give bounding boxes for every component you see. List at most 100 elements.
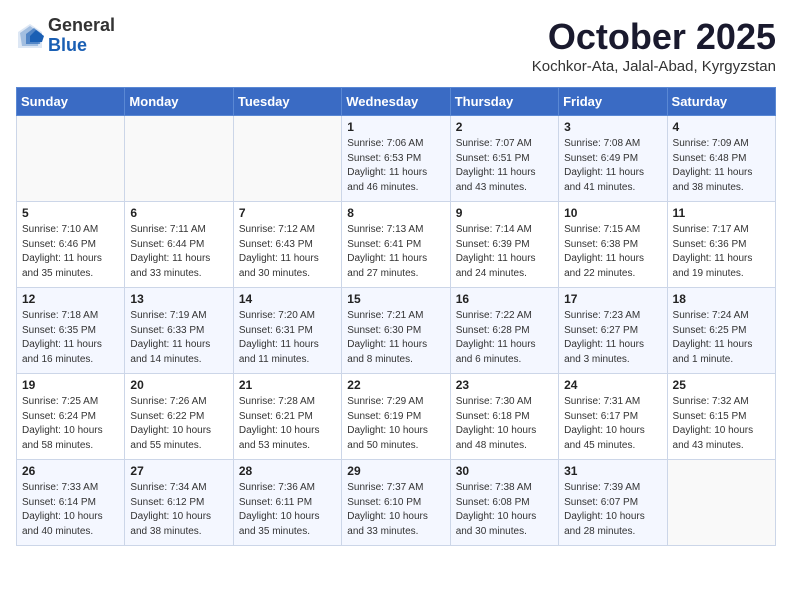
logo-text: General Blue [48,16,115,56]
calendar-cell: 15 Sunrise: 7:21 AM Sunset: 6:30 PM Dayli… [342,288,450,374]
day-number: 1 [347,120,444,134]
day-info: Sunrise: 7:29 AM Sunset: 6:19 PM Dayligh… [347,395,444,453]
day-info: Sunrise: 7:20 AM Sunset: 6:31 PM Dayligh… [239,309,336,367]
day-info: Sunrise: 7:39 AM Sunset: 6:07 PM Dayligh… [564,481,661,539]
day-info: Sunrise: 7:33 AM Sunset: 6:14 PM Dayligh… [22,481,119,539]
calendar-week-row: 1 Sunrise: 7:06 AM Sunset: 6:53 PM Daylig… [17,116,776,202]
calendar-week-row: 5Sunrise: 7:10 AM Sunset: 6:46 PM Daylig… [17,202,776,288]
weekday-header: Tuesday [233,88,341,116]
day-number: 5 [22,206,119,220]
calendar-cell [125,116,233,202]
day-number: 23 [456,378,553,392]
calendar-cell: 27 Sunrise: 7:34 AM Sunset: 6:12 PM Dayli… [125,460,233,546]
calendar-cell: 10 Sunrise: 7:15 AM Sunset: 6:38 PM Dayli… [559,202,667,288]
day-info: Sunrise: 7:19 AM Sunset: 6:33 PM Dayligh… [130,309,227,367]
calendar-cell: 18Sunrise: 7:24 AM Sunset: 6:25 PM Dayli… [667,288,775,374]
calendar-cell: 11 Sunrise: 7:17 AM Sunset: 6:36 PM Dayli… [667,202,775,288]
day-info: Sunrise: 7:14 AM Sunset: 6:39 PM Dayligh… [456,223,553,281]
day-info: Sunrise: 7:28 AM Sunset: 6:21 PM Dayligh… [239,395,336,453]
day-number: 15 [347,292,444,306]
calendar-cell: 2 Sunrise: 7:07 AM Sunset: 6:51 PM Daylig… [450,116,558,202]
day-number: 4 [673,120,770,134]
calendar-cell: 29Sunrise: 7:37 AM Sunset: 6:10 PM Dayli… [342,460,450,546]
day-number: 20 [130,378,227,392]
calendar-cell: 26Sunrise: 7:33 AM Sunset: 6:14 PM Dayli… [17,460,125,546]
page-header: General Blue October 2025 Kochkor-Ata, J… [16,16,776,75]
day-number: 11 [673,206,770,220]
title-block: October 2025 Kochkor-Ata, Jalal-Abad, Ky… [532,16,776,75]
day-info: Sunrise: 7:11 AM Sunset: 6:44 PM Dayligh… [130,223,227,281]
day-info: Sunrise: 7:15 AM Sunset: 6:38 PM Dayligh… [564,223,661,281]
day-info: Sunrise: 7:37 AM Sunset: 6:10 PM Dayligh… [347,481,444,539]
day-info: Sunrise: 7:21 AM Sunset: 6:30 PM Dayligh… [347,309,444,367]
calendar-cell: 19 Sunrise: 7:25 AM Sunset: 6:24 PM Dayli… [17,374,125,460]
day-number: 10 [564,206,661,220]
calendar-cell [233,116,341,202]
calendar-cell: 24 Sunrise: 7:31 AM Sunset: 6:17 PM Dayli… [559,374,667,460]
logo: General Blue [16,16,115,56]
month-title: October 2025 [532,16,776,58]
day-number: 30 [456,464,553,478]
day-info: Sunrise: 7:12 AM Sunset: 6:43 PM Dayligh… [239,223,336,281]
day-number: 21 [239,378,336,392]
day-number: 25 [673,378,770,392]
calendar-cell: 14 Sunrise: 7:20 AM Sunset: 6:31 PM Dayli… [233,288,341,374]
day-number: 27 [130,464,227,478]
day-number: 19 [22,378,119,392]
day-number: 3 [564,120,661,134]
calendar-cell: 17 Sunrise: 7:23 AM Sunset: 6:27 PM Dayli… [559,288,667,374]
calendar-cell: 6 Sunrise: 7:11 AM Sunset: 6:44 PM Daylig… [125,202,233,288]
day-number: 17 [564,292,661,306]
day-number: 22 [347,378,444,392]
weekday-header-row: SundayMondayTuesdayWednesdayThursdayFrid… [17,88,776,116]
day-info: Sunrise: 7:23 AM Sunset: 6:27 PM Dayligh… [564,309,661,367]
calendar-cell: 4 Sunrise: 7:09 AM Sunset: 6:48 PM Daylig… [667,116,775,202]
day-info: Sunrise: 7:13 AM Sunset: 6:41 PM Dayligh… [347,223,444,281]
calendar-cell: 9 Sunrise: 7:14 AM Sunset: 6:39 PM Daylig… [450,202,558,288]
calendar-cell: 1 Sunrise: 7:06 AM Sunset: 6:53 PM Daylig… [342,116,450,202]
day-number: 13 [130,292,227,306]
day-info: Sunrise: 7:30 AM Sunset: 6:18 PM Dayligh… [456,395,553,453]
calendar-cell: 31Sunrise: 7:39 AM Sunset: 6:07 PM Dayli… [559,460,667,546]
day-number: 9 [456,206,553,220]
day-info: Sunrise: 7:36 AM Sunset: 6:11 PM Dayligh… [239,481,336,539]
day-number: 2 [456,120,553,134]
day-info: Sunrise: 7:06 AM Sunset: 6:53 PM Dayligh… [347,137,444,195]
day-number: 12 [22,292,119,306]
day-info: Sunrise: 7:08 AM Sunset: 6:49 PM Dayligh… [564,137,661,195]
day-number: 28 [239,464,336,478]
day-info: Sunrise: 7:25 AM Sunset: 6:24 PM Dayligh… [22,395,119,453]
day-info: Sunrise: 7:31 AM Sunset: 6:17 PM Dayligh… [564,395,661,453]
calendar-week-row: 26Sunrise: 7:33 AM Sunset: 6:14 PM Dayli… [17,460,776,546]
calendar-table: SundayMondayTuesdayWednesdayThursdayFrid… [16,87,776,546]
day-number: 7 [239,206,336,220]
day-number: 18 [673,292,770,306]
calendar-cell: 21 Sunrise: 7:28 AM Sunset: 6:21 PM Dayli… [233,374,341,460]
calendar-cell: 13 Sunrise: 7:19 AM Sunset: 6:33 PM Dayli… [125,288,233,374]
weekday-header: Friday [559,88,667,116]
weekday-header: Saturday [667,88,775,116]
calendar-cell: 8 Sunrise: 7:13 AM Sunset: 6:41 PM Daylig… [342,202,450,288]
day-info: Sunrise: 7:17 AM Sunset: 6:36 PM Dayligh… [673,223,770,281]
day-info: Sunrise: 7:09 AM Sunset: 6:48 PM Dayligh… [673,137,770,195]
day-info: Sunrise: 7:34 AM Sunset: 6:12 PM Dayligh… [130,481,227,539]
calendar-cell: 5Sunrise: 7:10 AM Sunset: 6:46 PM Daylig… [17,202,125,288]
day-info: Sunrise: 7:38 AM Sunset: 6:08 PM Dayligh… [456,481,553,539]
day-number: 8 [347,206,444,220]
calendar-cell: 3 Sunrise: 7:08 AM Sunset: 6:49 PM Daylig… [559,116,667,202]
day-info: Sunrise: 7:07 AM Sunset: 6:51 PM Dayligh… [456,137,553,195]
day-number: 24 [564,378,661,392]
calendar-cell: 7 Sunrise: 7:12 AM Sunset: 6:43 PM Daylig… [233,202,341,288]
calendar-cell [667,460,775,546]
calendar-cell: 20Sunrise: 7:26 AM Sunset: 6:22 PM Dayli… [125,374,233,460]
calendar-cell: 23 Sunrise: 7:30 AM Sunset: 6:18 PM Dayli… [450,374,558,460]
calendar-week-row: 19 Sunrise: 7:25 AM Sunset: 6:24 PM Dayli… [17,374,776,460]
day-info: Sunrise: 7:18 AM Sunset: 6:35 PM Dayligh… [22,309,119,367]
day-number: 16 [456,292,553,306]
day-number: 14 [239,292,336,306]
weekday-header: Monday [125,88,233,116]
day-info: Sunrise: 7:32 AM Sunset: 6:15 PM Dayligh… [673,395,770,453]
day-number: 6 [130,206,227,220]
calendar-cell: 12 Sunrise: 7:18 AM Sunset: 6:35 PM Dayli… [17,288,125,374]
weekday-header: Sunday [17,88,125,116]
